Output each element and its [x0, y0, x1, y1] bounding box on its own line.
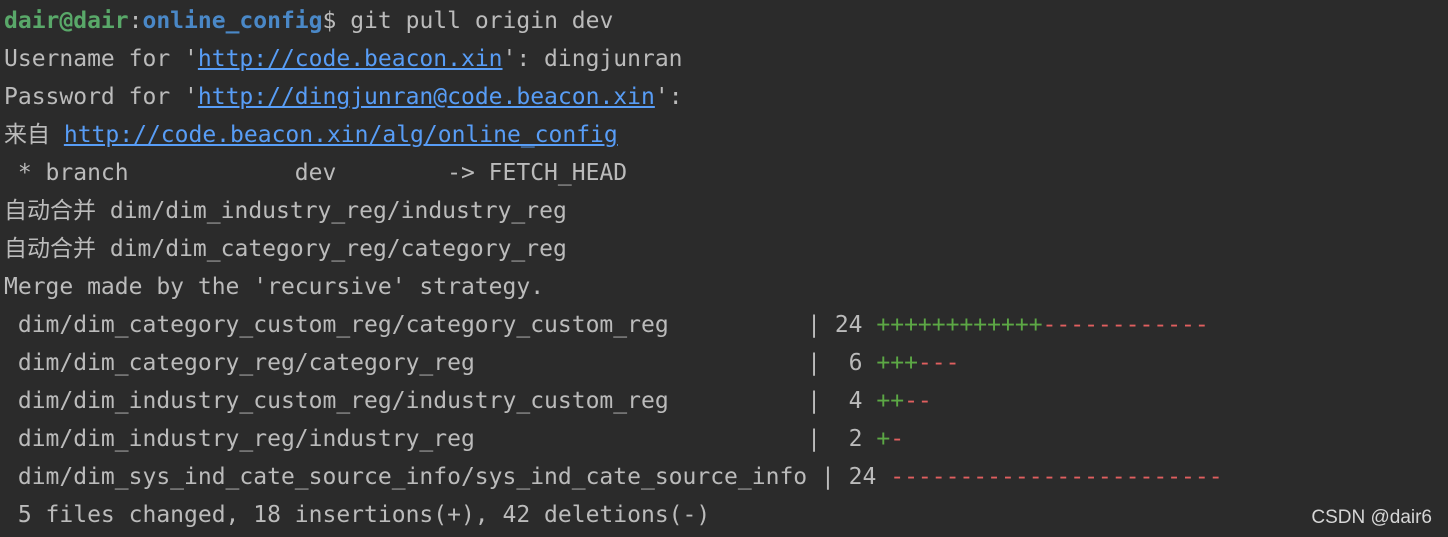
terminal-output[interactable]: dair@dair:online_config$ git pull origin… — [4, 2, 1448, 534]
diffstat-deletions: ------------ — [1042, 312, 1209, 338]
diffstat-deletions: --- — [917, 350, 960, 376]
prompt-cwd: online_config — [142, 8, 323, 34]
summary-line: 5 files changed, 18 insertions(+), 42 de… — [4, 502, 711, 528]
branch-line: * branch dev -> FETCH_HEAD — [4, 160, 628, 186]
password-line: Password for 'http://dingjunran@code.bea… — [4, 78, 1448, 116]
password-prefix: Password for ' — [4, 84, 198, 110]
prompt-command: git pull origin dev — [350, 8, 614, 34]
merge-strategy-line: Merge made by the 'recursive' strategy. — [4, 274, 545, 300]
from-label: 来自 — [4, 122, 64, 148]
diffstat-insertions: ++++++++++++ — [876, 312, 1043, 338]
diffstat-deletions: ------------------------ — [890, 464, 1223, 490]
prompt-separator: : — [128, 8, 143, 34]
diffstat-file: dim/dim_category_custom_reg/category_cus… — [4, 312, 877, 338]
diffstat-row: dim/dim_category_custom_reg/category_cus… — [4, 306, 1448, 344]
diffstat-file: dim/dim_sys_ind_cate_source_info/sys_ind… — [4, 464, 891, 490]
password-suffix: ': — [654, 84, 683, 110]
diffstat-insertions: ++ — [876, 388, 905, 414]
watermark: CSDN @dair6 — [1311, 507, 1432, 528]
diffstat-row: dim/dim_industry_custom_reg/industry_cus… — [4, 382, 1448, 420]
username-prefix: Username for ' — [4, 46, 198, 72]
password-url-link[interactable]: http://dingjunran@code.beacon.xin — [198, 84, 655, 110]
diffstat-deletions: - — [890, 426, 905, 452]
username-url-link[interactable]: http://code.beacon.xin — [198, 46, 503, 72]
auto-merge-line: 自动合并 dim/dim_category_reg/category_reg — [4, 236, 567, 262]
diffstat-insertions: +++ — [876, 350, 918, 376]
diffstat-row: dim/dim_industry_reg/industry_reg | 2 +- — [4, 420, 1448, 458]
diffstat-file: dim/dim_industry_custom_reg/industry_cus… — [4, 388, 877, 414]
diffstat-file: dim/dim_industry_reg/industry_reg | 2 — [4, 426, 877, 452]
diffstat-file: dim/dim_category_reg/category_reg | 6 — [4, 350, 877, 376]
diffstat-insertions: + — [876, 426, 891, 452]
diffstat-deletions: -- — [904, 388, 932, 414]
diffstat-row: dim/dim_category_reg/category_reg | 6 ++… — [4, 344, 1448, 382]
username-line: Username for 'http://code.beacon.xin': d… — [4, 40, 1448, 78]
diffstat-row: dim/dim_sys_ind_cate_source_info/sys_ind… — [4, 458, 1448, 496]
auto-merge-line: 自动合并 dim/dim_industry_reg/industry_reg — [4, 198, 567, 224]
prompt-line: dair@dair:online_config$ git pull origin… — [4, 2, 1448, 40]
from-line: 来自 http://code.beacon.xin/alg/online_con… — [4, 116, 1448, 154]
prompt-symbol: $ — [322, 8, 351, 34]
repo-url-link[interactable]: http://code.beacon.xin/alg/online_config — [64, 122, 618, 148]
username-suffix: ': dingjunran — [502, 46, 683, 72]
prompt-user-host: dair@dair — [4, 8, 129, 34]
